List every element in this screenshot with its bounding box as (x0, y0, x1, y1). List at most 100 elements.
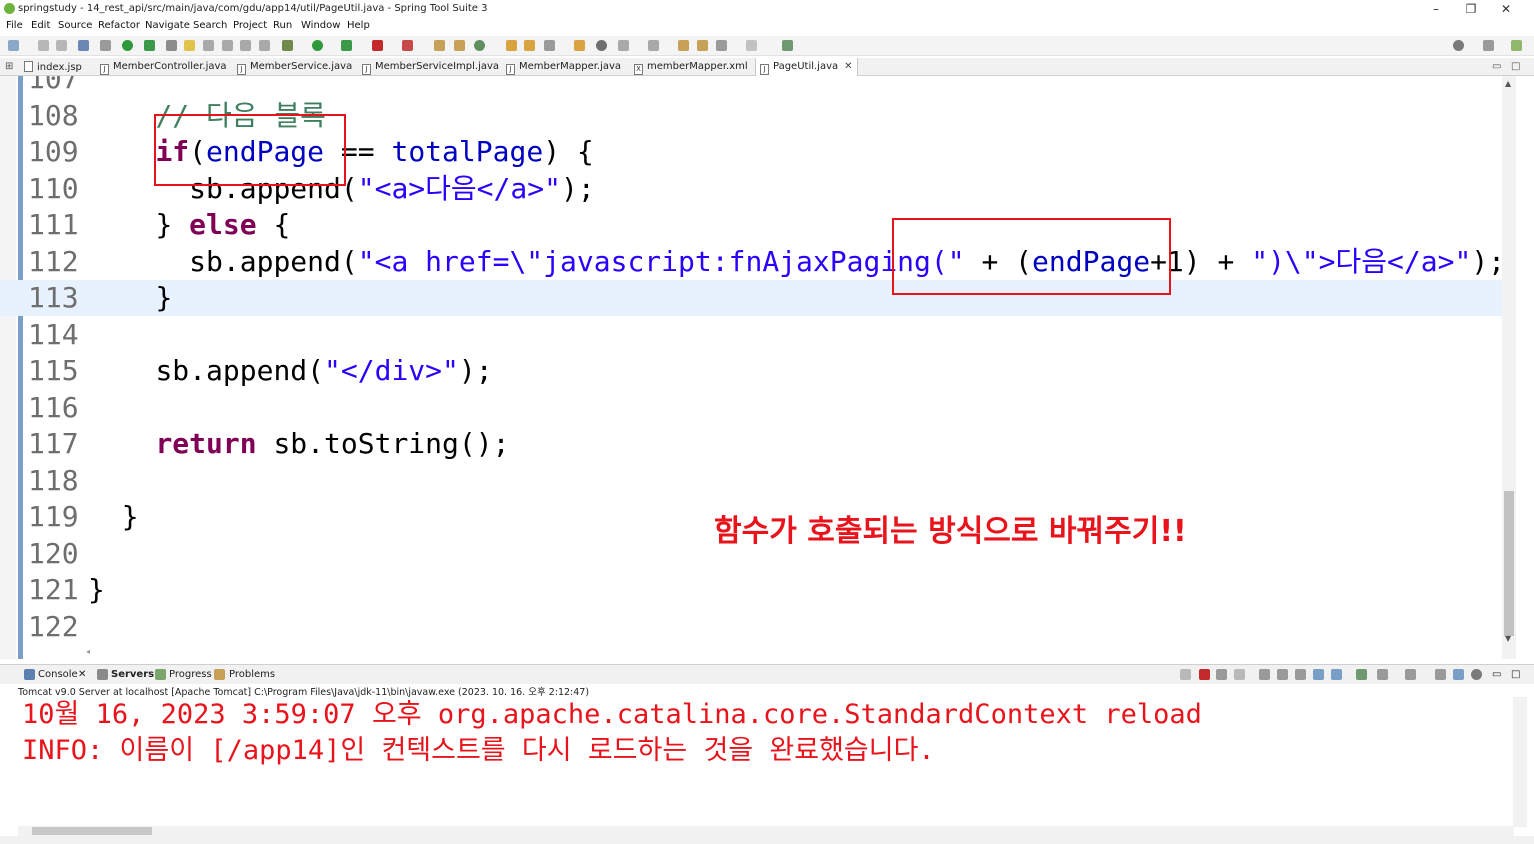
menu-navigate[interactable]: Navigate (145, 20, 190, 31)
block-select-icon[interactable] (203, 40, 214, 51)
close-tab-icon[interactable]: ✕ (844, 61, 852, 72)
tab-page-util[interactable]: J PageUtil.java ✕ (755, 58, 858, 77)
back-history-icon[interactable] (697, 40, 708, 51)
tab-member-mapper-xml[interactable]: XmemberMapper.xml (634, 58, 748, 76)
remove-all-terminated-icon[interactable] (1216, 669, 1227, 680)
tab-progress[interactable]: Progress (169, 669, 212, 680)
code-line[interactable]: 114 (0, 317, 1502, 353)
minimize-button[interactable]: – (1421, 1, 1451, 17)
globe-icon[interactable] (596, 40, 607, 51)
scroll-lock-icon[interactable] (1277, 669, 1288, 680)
open-perspective-icon[interactable] (1483, 40, 1494, 51)
scroll-thumb[interactable] (1504, 491, 1514, 636)
save-icon[interactable] (38, 40, 49, 51)
code-line[interactable]: 107 (0, 76, 1502, 97)
code-line[interactable]: 111 } else { (0, 207, 1502, 243)
highlight-icon[interactable] (184, 40, 195, 51)
last-edit-icon[interactable] (678, 40, 689, 51)
tab-problems[interactable]: Problems (229, 669, 275, 680)
clear-console-icon[interactable] (1259, 669, 1270, 680)
console-output[interactable]: 10월 16, 2023 3:59:07 오후 org.apache.catal… (0, 697, 1534, 827)
debug-icon[interactable] (282, 40, 293, 51)
menu-refactor[interactable]: Refactor (98, 20, 140, 31)
pin-editor-icon[interactable] (782, 40, 793, 51)
code-editor[interactable]: 107 108 // 다음 블록 109 if(endPage == totalPa… (0, 76, 1534, 659)
close-window-button[interactable]: ✕ (1491, 1, 1521, 17)
tab-member-service[interactable]: J MemberService.java (237, 58, 352, 76)
tab-index-jsp[interactable]: index.jsp (24, 58, 82, 76)
open-type-icon[interactable] (506, 40, 517, 51)
console-scroll-thumb[interactable] (32, 827, 152, 835)
gear-icon[interactable] (1471, 669, 1482, 680)
editor-horizontal-scrollbar[interactable]: ◂ (86, 647, 1502, 657)
search-icon[interactable] (1453, 40, 1464, 51)
console-horizontal-scrollbar[interactable] (18, 826, 1514, 836)
terminal-icon[interactable] (78, 40, 89, 51)
show-on-stdout-icon[interactable] (1313, 669, 1324, 680)
next-annotation-icon[interactable] (618, 40, 629, 51)
link-icon[interactable] (1453, 669, 1464, 680)
new-class-icon[interactable] (474, 40, 485, 51)
open-task-icon[interactable] (574, 40, 585, 51)
scroll-left-icon[interactable]: ◂ (86, 647, 90, 656)
remove-launch-icon[interactable] (1180, 669, 1191, 680)
editor-vertical-scrollbar[interactable]: ▲ ▼ (1502, 76, 1516, 659)
stop-icon[interactable] (372, 40, 383, 51)
code-line[interactable]: 122 (0, 609, 1502, 645)
spring-icon[interactable] (144, 40, 155, 51)
external-tools-icon[interactable] (341, 40, 352, 51)
code-line[interactable]: 113 } (0, 280, 1502, 316)
restore-button[interactable]: ❐ (1456, 1, 1486, 17)
open-console-icon[interactable] (1405, 669, 1416, 680)
save-all-icon[interactable] (56, 40, 67, 51)
format-icon[interactable] (259, 40, 270, 51)
tab-list-icon[interactable]: ⊞ (5, 61, 13, 72)
previous-annotation-icon[interactable] (648, 40, 659, 51)
new-java-project-icon[interactable] (434, 40, 445, 51)
code-line[interactable]: 115 sb.append("</div>"); (0, 353, 1502, 389)
run-icon[interactable] (312, 40, 323, 51)
maximize-editor-icon[interactable]: □ (1511, 61, 1520, 72)
scroll-up-icon[interactable]: ▲ (1505, 79, 1511, 88)
minimize-editor-icon[interactable]: ▭ (1492, 61, 1501, 72)
word-wrap-icon[interactable] (1295, 669, 1306, 680)
code-line[interactable]: 117 return sb.toString(); (0, 426, 1502, 462)
boot-dashboard-icon[interactable] (122, 40, 133, 51)
menu-file[interactable]: File (6, 20, 23, 31)
pen-icon[interactable] (544, 40, 555, 51)
new-package-icon[interactable] (454, 40, 465, 51)
show-on-stderr-icon[interactable] (1331, 669, 1342, 680)
tab-console[interactable]: Console (38, 669, 78, 680)
copy-icon[interactable] (1435, 669, 1446, 680)
display-console-icon[interactable] (1377, 669, 1388, 680)
new-icon[interactable] (8, 40, 19, 51)
open-folder-icon[interactable] (524, 40, 535, 51)
pin-console-icon[interactable] (1356, 669, 1367, 680)
java-perspective-icon[interactable] (1511, 40, 1522, 51)
tab-member-service-impl[interactable]: J MemberServiceImpl.java (362, 58, 499, 76)
back-icon[interactable] (716, 40, 727, 51)
close-console-icon[interactable]: ✕ (78, 669, 86, 680)
maximize-console-icon[interactable]: □ (1511, 669, 1520, 680)
tab-member-controller[interactable]: J MemberController.java (100, 58, 227, 76)
menu-run[interactable]: Run (273, 20, 292, 31)
code-line[interactable]: 112 sb.append("<a href=\"javascript:fnAj… (0, 244, 1505, 280)
server-icon[interactable] (402, 40, 413, 51)
code-line[interactable]: 116 (0, 390, 1502, 426)
menu-window[interactable]: Window (301, 20, 340, 31)
menu-search[interactable]: Search (193, 20, 227, 31)
menu-source[interactable]: Source (58, 20, 92, 31)
forward-icon[interactable] (746, 40, 757, 51)
scroll-down-icon[interactable]: ▼ (1505, 634, 1511, 643)
pilcrow-icon[interactable] (240, 40, 251, 51)
menu-help[interactable]: Help (347, 20, 370, 31)
show-whitespace-icon[interactable] (222, 40, 233, 51)
code-line[interactable]: 118 (0, 463, 1502, 499)
tab-member-mapper-java[interactable]: J MemberMapper.java (506, 58, 621, 76)
minimize-console-icon[interactable]: ▭ (1492, 669, 1501, 680)
menu-project[interactable]: Project (233, 20, 267, 31)
terminate-icon[interactable] (1199, 669, 1210, 680)
remove-terminated-icon[interactable] (1234, 669, 1245, 680)
tab-servers[interactable]: Servers (111, 669, 154, 680)
code-line[interactable]: 121} (0, 572, 1502, 608)
